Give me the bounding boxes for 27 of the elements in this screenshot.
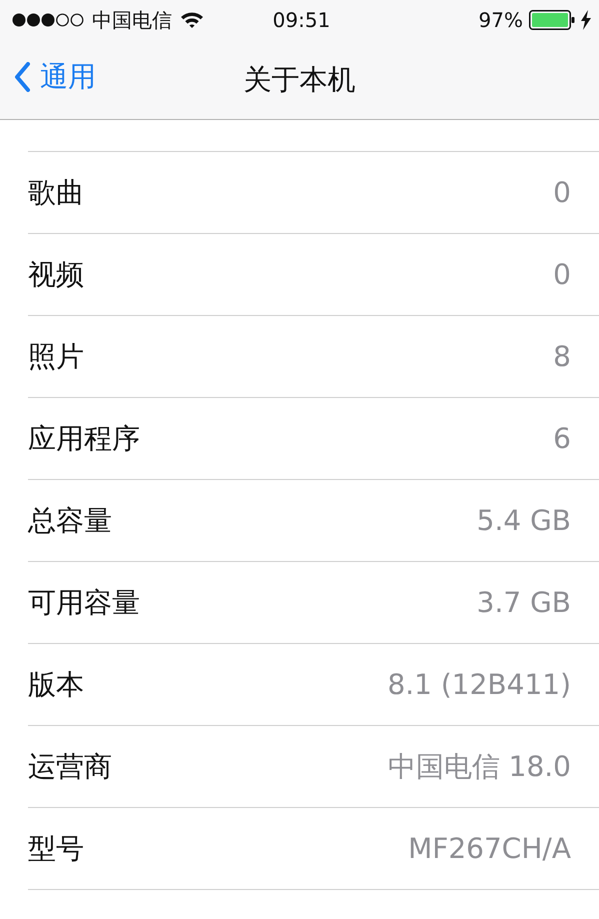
row-label: 照片 xyxy=(28,338,84,374)
status-time: 09:51 xyxy=(272,8,330,32)
row-value: 3.7 GB xyxy=(476,586,571,619)
row-label: 总容量 xyxy=(28,502,112,538)
battery-icon xyxy=(529,10,575,30)
carrier-name: 中国电信 xyxy=(92,6,172,34)
row-value: 8.1 (12B411) xyxy=(387,668,571,701)
row-value: 6 xyxy=(553,422,571,455)
row-value: 0 xyxy=(553,176,571,209)
battery-percent: 97% xyxy=(478,8,523,32)
row-value: 0 xyxy=(553,258,571,291)
row-label: 歌曲 xyxy=(28,174,84,210)
row-label: 可用容量 xyxy=(28,584,140,620)
signal-icon xyxy=(12,13,84,27)
row-value: 中国电信 18.0 xyxy=(388,748,571,784)
nav-title: 关于本机 xyxy=(244,62,356,98)
back-button[interactable]: 通用 xyxy=(14,58,96,96)
row-value: 5.4 GB xyxy=(476,504,571,537)
row-label: 型号 xyxy=(28,830,84,866)
row-value: 8 xyxy=(553,340,571,373)
back-chevron-icon xyxy=(14,62,30,92)
row-label: 版本 xyxy=(28,666,84,702)
row-label: 运营商 xyxy=(28,748,112,784)
wifi-icon xyxy=(180,11,204,29)
row-label: 视频 xyxy=(28,256,84,292)
row-label: 应用程序 xyxy=(28,420,140,456)
row-value: MF267CH/A xyxy=(408,832,571,865)
